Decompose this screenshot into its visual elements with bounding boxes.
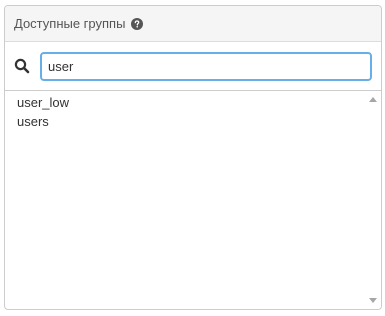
scrollbar[interactable] — [365, 91, 381, 309]
scroll-up-icon[interactable] — [365, 91, 381, 107]
search-row — [5, 42, 381, 90]
group-search-input[interactable] — [40, 51, 372, 81]
groups-list: user_low users — [5, 91, 365, 309]
available-groups-panel: Доступные группы user_low users — [4, 5, 382, 310]
groups-listbox[interactable]: user_low users — [5, 90, 381, 309]
help-icon[interactable] — [131, 17, 144, 30]
group-option[interactable]: users — [5, 112, 365, 131]
panel-title: Доступные группы — [14, 16, 126, 31]
group-option[interactable]: user_low — [5, 93, 365, 112]
scroll-down-icon[interactable] — [365, 293, 381, 309]
search-icon — [14, 58, 30, 74]
panel-header: Доступные группы — [5, 6, 381, 42]
